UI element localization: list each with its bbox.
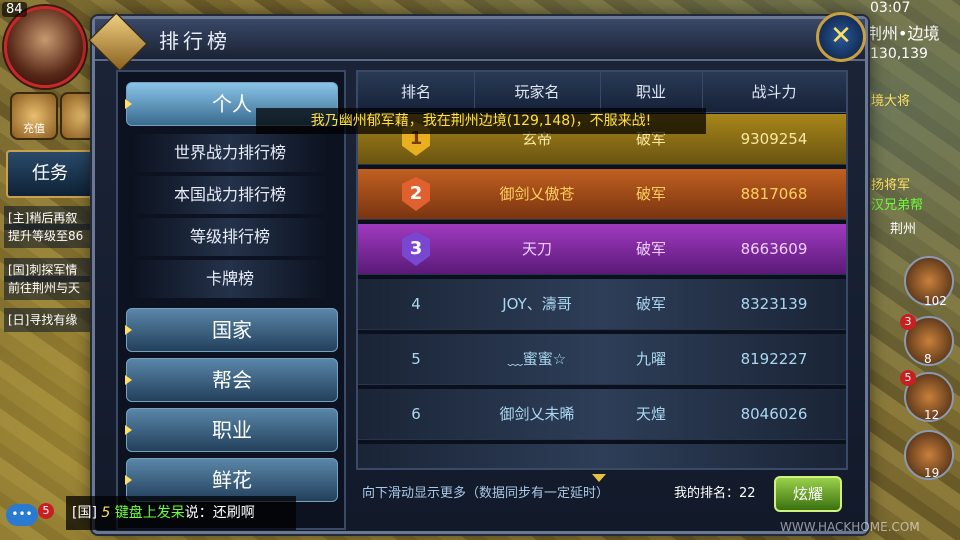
chat-badge: 5 [38, 503, 54, 519]
region-label: 荆州 [890, 222, 917, 237]
player-power: 8046026 [740, 405, 808, 423]
subitem-level[interactable]: 等级排行榜 [132, 218, 328, 256]
arrow-right-icon [125, 99, 132, 109]
player-power: 8663609 [740, 240, 808, 258]
table-row-partial[interactable] [358, 444, 846, 468]
category-label: 职业 [212, 418, 252, 442]
close-icon: ✕ [830, 21, 852, 51]
column-header-rank: 排名 [358, 72, 475, 112]
recharge-button[interactable]: 充值 [10, 92, 58, 140]
player-power: 8323139 [740, 295, 808, 313]
player-level: 84 [2, 2, 27, 17]
category-guild[interactable]: 帮会 [125, 358, 338, 402]
chat-sender: 键盘上发呆 [114, 505, 185, 521]
arrow-right-icon [125, 325, 132, 335]
chat-bar[interactable]: [国] 5 键盘上发呆说：还刷啊 [66, 496, 296, 530]
task-label: 任务 [32, 163, 68, 184]
category-label: 国家 [212, 318, 252, 342]
player-power: 8817068 [740, 185, 808, 203]
player-power: 9309254 [740, 130, 808, 148]
category-country[interactable]: 国家 [125, 308, 338, 352]
show-off-button[interactable]: 炫耀 [774, 476, 842, 512]
chat-bubble-icon[interactable]: ••• [6, 504, 38, 526]
location-name: 荆州•边境 [866, 24, 940, 43]
player-job: 天煌 [635, 405, 666, 423]
player-rank: 6 [411, 405, 421, 423]
item-badge: 3 [900, 314, 916, 330]
category-label: 帮会 [212, 368, 252, 392]
map-count: 19 [924, 466, 940, 480]
player-rank: 4 [411, 295, 421, 313]
location-coords: 130,139 [870, 46, 928, 62]
player-rank: 5 [411, 350, 421, 368]
table-row[interactable]: 5 ﹏蜜蜜☆ 九曜 8192227 [358, 334, 846, 385]
table-row[interactable]: 2 御剑乂傲苍 破军 8817068 [358, 169, 846, 220]
column-header-power: 战斗力 [751, 83, 797, 101]
item-count: 8 [924, 352, 932, 366]
arrow-right-icon [125, 375, 132, 385]
close-button[interactable]: ✕ [816, 12, 866, 62]
scroll-count: 12 [924, 408, 940, 422]
player-job: 破军 [635, 185, 666, 203]
player-power: 8192227 [740, 350, 808, 368]
column-header-job: 职业 [600, 72, 703, 112]
player-job: 九曜 [635, 350, 666, 368]
chat-message: 还刷啊 [212, 505, 255, 521]
subitem-country-power[interactable]: 本国战力排行榜 [132, 176, 328, 214]
category-label: 个人 [212, 92, 252, 116]
world-broadcast: 我乃幽州郁军藉，我在荆州边境(129,148)，不服来战! [256, 108, 706, 134]
subitem-world-power[interactable]: 世界战力排行榜 [132, 134, 328, 172]
category-label: 鲜花 [212, 468, 252, 492]
clock: 03:07 [870, 0, 911, 16]
scroll-badge: 5 [900, 370, 916, 386]
scroll-down-icon [592, 474, 606, 482]
chat-channel: [国] [72, 505, 97, 521]
player-job: 破军 [635, 295, 666, 313]
chat-said: 说： [184, 505, 213, 521]
player-name: 御剑乂傲苍 [499, 185, 575, 203]
my-rank-label: 我的排名： [674, 486, 740, 501]
task-button[interactable]: 任务 [6, 150, 94, 198]
category-menu: 个人 世界战力排行榜 本国战力排行榜 等级排行榜 卡牌榜 国家 帮会 职业 鲜花 [116, 70, 346, 530]
subitem-card[interactable]: 卡牌榜 [132, 260, 328, 298]
vip-level: 5 [101, 505, 111, 521]
player-job: 破军 [635, 240, 666, 258]
arrow-right-icon [125, 425, 132, 435]
skill-count: 102 [924, 294, 947, 308]
table-row[interactable]: 6 御剑乂未晞 天煌 8046026 [358, 389, 846, 440]
player-name: 天刀 [521, 240, 552, 258]
rank-medal-icon: 2 [402, 177, 430, 211]
player-avatar[interactable] [4, 6, 86, 88]
watermark: WWW.HACKHOME.COM [780, 520, 920, 534]
panel-title: 排行榜 [159, 29, 231, 53]
arrow-right-icon [125, 475, 132, 485]
my-rank-value: 22 [739, 486, 756, 501]
scroll-hint: 向下滑动显示更多（数据同步有一定延时） [362, 486, 610, 501]
table-row[interactable]: 3 天刀 破军 8663609 [358, 224, 846, 275]
rank-medal-icon: 3 [402, 232, 430, 266]
column-header-name: 玩家名 [474, 72, 601, 112]
player-name: 御剑乂未晞 [499, 405, 575, 423]
category-profession[interactable]: 职业 [125, 408, 338, 452]
player-name: JOY、濤哥 [502, 295, 572, 313]
recharge-label: 充值 [23, 122, 45, 135]
my-rank: 我的排名：22 [674, 482, 756, 501]
table-header: 排名 玩家名 职业 战斗力 [358, 72, 846, 113]
table-row[interactable]: 4 JOY、濤哥 破军 8323139 [358, 279, 846, 330]
player-name: ﹏蜜蜜☆ [507, 350, 567, 368]
